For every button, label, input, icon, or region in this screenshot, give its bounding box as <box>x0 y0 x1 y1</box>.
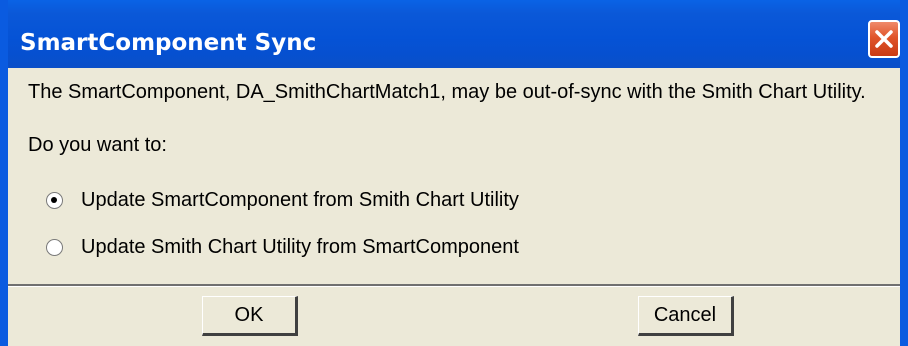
separator-line <box>8 284 900 287</box>
close-button[interactable] <box>868 20 900 58</box>
title-bar[interactable]: SmartComponent Sync <box>8 0 900 68</box>
radio-button-selected[interactable] <box>46 191 63 209</box>
ok-button[interactable]: OK <box>202 296 298 336</box>
option-update-smartcomponent[interactable]: Update SmartComponent from Smith Chart U… <box>46 187 519 213</box>
smartcomponent-sync-dialog: SmartComponent Sync The SmartComponent, … <box>0 0 908 346</box>
close-x-icon <box>875 30 893 48</box>
option-label[interactable]: Update SmartComponent from Smith Chart U… <box>81 189 519 212</box>
option-label[interactable]: Update Smith Chart Utility from SmartCom… <box>81 236 519 259</box>
sync-warning-message: The SmartComponent, DA_SmithChartMatch1,… <box>28 81 866 103</box>
radio-button-unselected[interactable] <box>46 238 63 256</box>
window-title: SmartComponent Sync <box>20 30 317 56</box>
radio-selected-dot <box>51 196 57 203</box>
option-update-smith-chart-utility[interactable]: Update Smith Chart Utility from SmartCom… <box>46 234 519 260</box>
cancel-button[interactable]: Cancel <box>638 296 734 336</box>
choice-prompt: Do you want to: <box>28 134 167 156</box>
